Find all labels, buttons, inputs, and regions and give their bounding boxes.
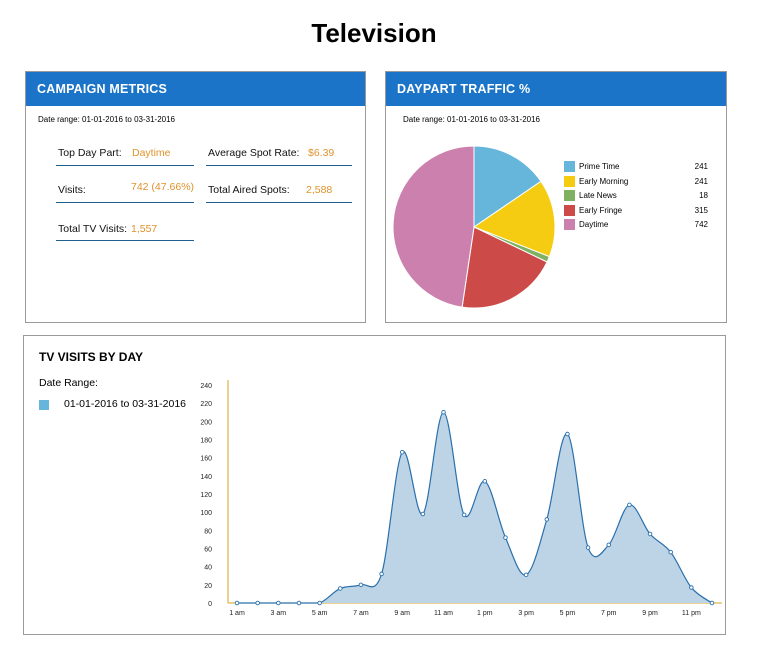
x-tick-label: 7 am xyxy=(353,610,369,617)
legend-swatch xyxy=(564,204,575,216)
legend-value: 18 xyxy=(699,191,708,200)
total-tv-visits-rule xyxy=(56,240,194,241)
x-tick-label: 1 pm xyxy=(477,610,493,617)
y-tick-label: 100 xyxy=(200,510,212,517)
legend-item: Early Morning 241 xyxy=(564,175,714,188)
area-fill xyxy=(237,412,712,603)
legend-label: Daytime xyxy=(579,220,609,229)
x-tick-label: 5 am xyxy=(312,610,328,617)
legend-swatch xyxy=(564,175,575,187)
legend-item: Prime Time 241 xyxy=(564,161,714,173)
data-point xyxy=(689,585,694,590)
data-point xyxy=(379,571,384,577)
data-point xyxy=(585,545,591,550)
tv-visits-title: TV VISITS BY DAY xyxy=(39,350,144,364)
y-tick-label: 240 xyxy=(200,383,212,390)
data-point xyxy=(420,511,426,517)
x-tick-label: 1 am xyxy=(229,610,245,617)
total-aired-spots-rule xyxy=(206,202,352,203)
campaign-metrics-panel: CAMPAIGN METRICS Date range: 01-01-2016 … xyxy=(25,71,366,323)
total-tv-visits-value: 1,557 xyxy=(131,223,158,235)
data-point xyxy=(358,582,364,588)
total-tv-visits-label: Total TV Visits: xyxy=(58,223,128,235)
x-tick-label: 3 am xyxy=(271,610,287,617)
data-point xyxy=(668,549,673,555)
average-spot-rate-value: $6.39 xyxy=(308,147,335,159)
data-point xyxy=(317,600,322,606)
data-point xyxy=(627,502,632,508)
tv-legend-swatch xyxy=(39,400,49,410)
data-point xyxy=(523,572,529,578)
x-tick-label: 9 pm xyxy=(642,610,658,617)
campaign-date-range: Date range: 01-01-2016 to 03-31-2016 xyxy=(38,115,175,124)
daypart-traffic-panel: DAYPART TRAFFIC % Date range: 01-01-2016… xyxy=(385,71,727,323)
data-point xyxy=(461,512,467,518)
legend-value: 315 xyxy=(694,205,708,215)
data-point xyxy=(544,517,550,522)
visits-label: Visits: xyxy=(58,184,86,196)
daypart-traffic-header: DAYPART TRAFFIC % xyxy=(386,72,726,106)
legend-label: Early Morning xyxy=(579,176,629,186)
y-tick-label: 140 xyxy=(200,474,212,481)
data-point xyxy=(565,431,570,437)
y-tick-label: 120 xyxy=(200,492,212,499)
y-tick-label: 40 xyxy=(204,565,212,572)
data-point xyxy=(647,531,653,537)
x-tick-label: 3 pm xyxy=(518,610,534,617)
legend-value: 241 xyxy=(694,162,708,171)
x-tick-label: 11 pm xyxy=(682,610,701,617)
legend-swatch xyxy=(564,190,575,201)
y-tick-label: 160 xyxy=(200,456,212,463)
legend-swatch xyxy=(564,161,575,172)
total-aired-spots-label: Total Aired Spots: xyxy=(208,184,290,196)
total-aired-spots-value: 2,588 xyxy=(306,184,333,196)
visits-value: 742 (47.66%) xyxy=(131,181,195,193)
y-tick-label: 20 xyxy=(204,583,212,590)
y-tick-label: 200 xyxy=(200,419,212,426)
x-tick-label: 5 pm xyxy=(560,610,576,617)
y-tick-label: 80 xyxy=(204,528,212,535)
x-tick-label: 7 pm xyxy=(601,610,617,617)
x-tick-label: 9 am xyxy=(394,610,410,617)
legend-item: Early Fringe 315 xyxy=(564,204,714,217)
data-point xyxy=(255,600,260,606)
average-spot-rate-label: Average Spot Rate: xyxy=(208,147,300,159)
y-tick-label: 0 xyxy=(208,601,212,608)
x-tick-label: 11 am xyxy=(434,610,453,617)
average-spot-rate-rule xyxy=(206,165,352,166)
legend-label: Early Fringe xyxy=(579,205,623,215)
tv-visits-area-chart: 0 20 40 60 80 100 120 140 160 180 200 220 240 1 am 3 a… xyxy=(200,380,722,617)
legend-item: Daytime 742 xyxy=(564,219,714,231)
y-tick-label: 180 xyxy=(200,438,212,445)
top-day-part-rule xyxy=(56,165,194,166)
campaign-metrics-header: CAMPAIGN METRICS xyxy=(26,72,365,106)
tv-visits-panel: TV VISITS BY DAY Date Range: 01-01-2016 … xyxy=(23,335,726,635)
data-point xyxy=(234,600,240,606)
data-point xyxy=(482,479,488,484)
data-point xyxy=(709,600,715,606)
legend-value: 742 xyxy=(694,220,708,229)
top-day-part-value: Daytime xyxy=(132,147,171,159)
top-day-part-label: Top Day Part: xyxy=(58,147,122,159)
legend-label: Prime Time xyxy=(579,162,620,171)
visits-rule xyxy=(56,202,194,203)
legend-label: Late News xyxy=(579,191,617,200)
tv-date-range-label: Date Range: xyxy=(39,377,98,389)
legend-swatch xyxy=(564,219,575,230)
y-tick-label: 220 xyxy=(200,401,212,408)
pie-slice-daytime xyxy=(392,145,475,308)
page-title: Television xyxy=(311,18,437,48)
data-point xyxy=(503,535,508,540)
legend-value: 241 xyxy=(694,176,708,186)
data-point xyxy=(338,586,343,591)
daypart-legend: Prime Time 241 Early Morning 241 Late News 18… xyxy=(564,161,714,236)
data-point xyxy=(276,600,281,606)
y-tick-label: 60 xyxy=(204,547,212,554)
data-point xyxy=(606,542,611,548)
data-point xyxy=(296,600,302,606)
data-point xyxy=(441,409,446,415)
tv-legend-label: 01-01-2016 to 03-31-2016 xyxy=(64,398,187,410)
data-point xyxy=(399,449,405,455)
legend-item: Late News 18 xyxy=(564,190,714,202)
